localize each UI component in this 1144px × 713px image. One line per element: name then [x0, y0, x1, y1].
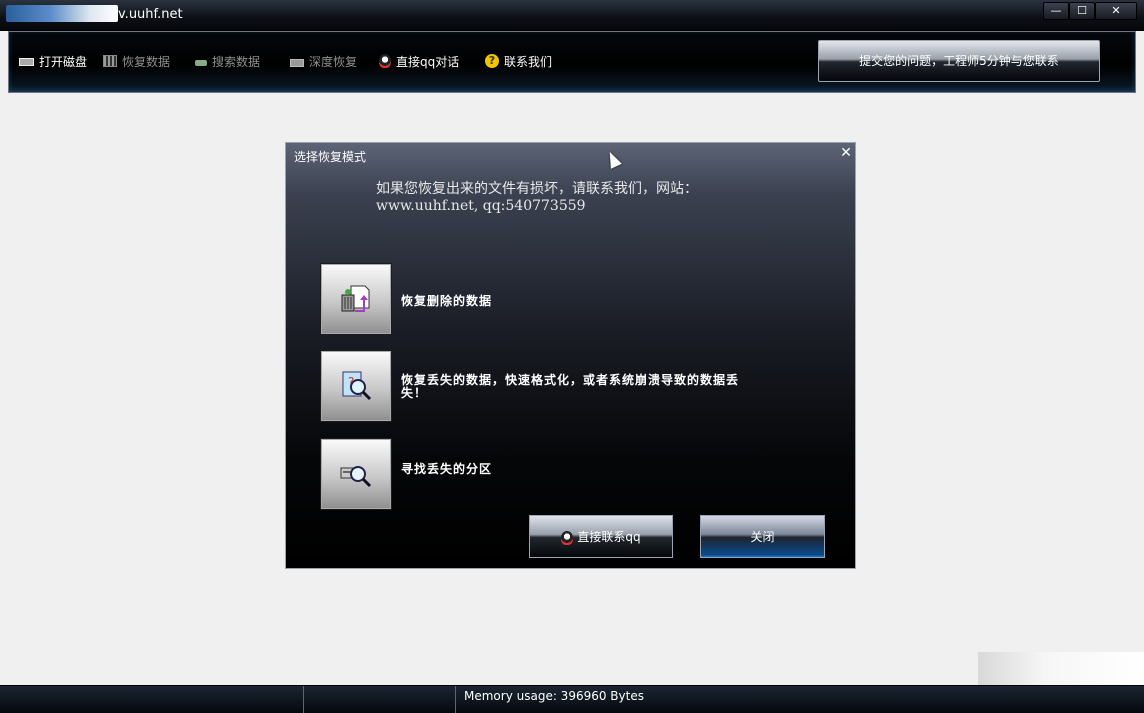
app-logo-icon — [6, 5, 118, 22]
recover-icon — [103, 55, 117, 67]
statusbar-divider — [455, 686, 456, 713]
minimize-button[interactable]: — — [1043, 2, 1069, 20]
toolbar-search-data-label: 搜索数据 — [212, 54, 261, 69]
qq-icon — [561, 530, 574, 545]
find-partition-button[interactable] — [320, 438, 392, 510]
contact-qq-label: 直接联系qq — [577, 530, 641, 544]
title-bar: v.uuhf.net — ☐ ✕ — [0, 0, 1144, 31]
toolbar-open-disk-label: 打开磁盘 — [39, 54, 88, 69]
window-title: v.uuhf.net — [118, 7, 183, 22]
toolbar-deep-recover-label: 深度恢复 — [309, 54, 358, 69]
recycle-bin-icon — [341, 285, 370, 312]
maximize-button[interactable]: ☐ — [1069, 2, 1095, 20]
document-search-icon: ? — [342, 371, 372, 401]
toolbar-contact-us[interactable]: ? 联系我们 — [485, 52, 552, 70]
toolbar-qq-chat-label: 直接qq对话 — [396, 54, 460, 69]
window-close-button[interactable]: ✕ — [1095, 2, 1137, 20]
dialog-close-button[interactable]: 关闭 — [700, 515, 825, 558]
help-icon: ? — [485, 54, 499, 68]
statusbar-divider — [303, 686, 304, 713]
toolbar-deep-recover[interactable]: 深度恢复 — [290, 52, 357, 70]
find-partition-label: 寻找丢失的分区 — [401, 462, 493, 476]
drive-search-icon — [340, 466, 372, 488]
toolbar-search-data[interactable]: 搜索数据 — [195, 52, 260, 70]
status-bar: Memory usage: 396960 Bytes — [0, 685, 1144, 713]
dialog-title: 选择恢复模式 — [294, 150, 367, 164]
search-icon — [195, 59, 207, 66]
toolbar-open-disk[interactable]: 打开磁盘 — [19, 52, 87, 70]
recover-lost-button[interactable]: ? — [320, 350, 392, 422]
recover-deleted-button[interactable] — [320, 263, 392, 335]
recovery-mode-dialog: 选择恢复模式 ✕ 如果您恢复出来的文件有损坏，请联系我们，网站：www.uuhf… — [285, 142, 856, 569]
toolbar-contact-us-label: 联系我们 — [504, 54, 553, 69]
toolbar-recover-data[interactable]: 恢复数据 — [103, 52, 170, 70]
contact-qq-button[interactable]: 直接联系qq — [529, 515, 673, 558]
toolbar-recover-data-label: 恢复数据 — [122, 54, 171, 69]
recover-lost-label: 恢复丢失的数据，快速格式化，或者系统崩溃导致的数据丢失！ — [401, 373, 740, 400]
disk-icon — [19, 58, 34, 66]
qq-icon — [379, 54, 391, 68]
toolbar-qq-chat[interactable]: 直接qq对话 — [379, 52, 459, 70]
memory-usage-text: Memory usage: 396960 Bytes — [464, 689, 644, 703]
dialog-close-icon[interactable]: ✕ — [840, 146, 852, 160]
deep-recover-icon — [290, 58, 304, 67]
submit-question-button[interactable]: 提交您的问题，工程师5分钟与您联系 — [818, 40, 1100, 82]
dialog-info-text: 如果您恢复出来的文件有损坏，请联系我们，网站：www.uuhf.net, qq:… — [376, 181, 698, 214]
recover-deleted-label: 恢复删除的数据 — [401, 294, 493, 308]
